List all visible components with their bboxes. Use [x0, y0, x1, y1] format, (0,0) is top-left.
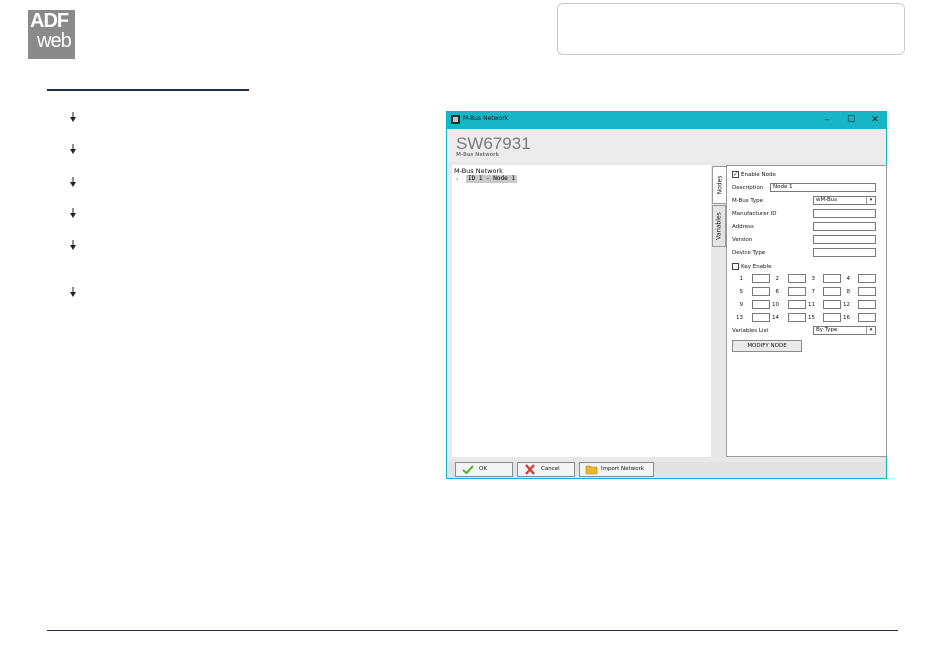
check-icon [462, 465, 474, 475]
mbus-type-value: wM-Bus [816, 197, 838, 203]
mbus-network-window: M-Bus Network – ☐ ✕ SW67931 M-Bus Networ… [446, 111, 887, 479]
bullet-arrow-icon [70, 144, 76, 154]
key-number: 1 [739, 276, 744, 282]
window-title: M-Bus Network [463, 115, 509, 122]
minimize-button[interactable]: – [820, 114, 834, 126]
tab-variables[interactable]: Variables [712, 205, 726, 247]
version-field[interactable] [813, 235, 876, 244]
key-number: 9 [739, 302, 744, 308]
key-byte-field[interactable] [858, 287, 876, 296]
mbus-type-select[interactable]: wM-Bus ▾ [813, 196, 876, 205]
adfweb-logo: ADF web [28, 10, 75, 59]
tree-node-item[interactable]: ID 1 - Node 1 [466, 175, 517, 183]
tree-root[interactable]: M-Bus Network [454, 167, 503, 175]
modify-node-button[interactable]: MODIFY NODE [732, 340, 802, 352]
enable-node-label: Enable Node [741, 172, 776, 178]
key-byte-field[interactable] [858, 313, 876, 322]
app-icon [451, 115, 460, 124]
key-enable-label: Key Enable [741, 264, 772, 270]
tree-expander-icon[interactable]: › [456, 176, 458, 183]
key-number: 7 [811, 289, 816, 295]
tab-variables-label: Variables [715, 212, 723, 240]
folder-icon [585, 465, 598, 475]
key-number: 12 [843, 302, 850, 308]
key-byte-field[interactable] [788, 300, 806, 309]
variables-list-label: Variables List [732, 328, 769, 334]
variables-list-select[interactable]: By Type ▾ [813, 326, 876, 335]
mbus-type-label: M-Bus Type [732, 198, 764, 204]
device-type-label: Device Type [732, 250, 766, 256]
bullet-arrow-icon [70, 240, 76, 250]
product-code: SW67931 [456, 134, 531, 153]
bullet-arrow-icon [70, 112, 76, 122]
bullet-arrow-icon [70, 287, 76, 297]
key-byte-field[interactable] [858, 300, 876, 309]
node-settings-panel: ✓ Enable Node Description Node 1 M-Bus T… [726, 165, 887, 457]
key-byte-field[interactable] [752, 274, 770, 283]
chevron-down-icon: ▾ [866, 327, 875, 334]
key-byte-field[interactable] [823, 300, 841, 309]
key-byte-field[interactable] [823, 287, 841, 296]
tab-nodes-label: Nodes [716, 175, 723, 195]
ok-button-label: OK [479, 466, 487, 472]
key-byte-field[interactable] [858, 274, 876, 283]
key-number: 2 [775, 276, 780, 282]
key-number: 11 [808, 302, 815, 308]
dialog-header: SW67931 M-Bus Network [447, 129, 886, 162]
import-network-button-label: Import Network [601, 466, 644, 472]
key-number: 8 [846, 289, 851, 295]
key-number: 3 [811, 276, 816, 282]
key-number: 10 [772, 302, 779, 308]
bullet-arrow-icon [70, 177, 76, 187]
logo-text-line2: web [37, 30, 72, 52]
description-label: Description [732, 185, 764, 191]
index-rule [47, 89, 249, 91]
key-number: 15 [808, 315, 815, 321]
address-field[interactable] [813, 222, 876, 231]
enable-node-checkbox[interactable]: ✓ [732, 171, 739, 178]
maximize-button[interactable]: ☐ [844, 114, 858, 126]
chevron-down-icon: ▾ [866, 197, 875, 204]
key-byte-field[interactable] [752, 313, 770, 322]
header-subtitle: M-Bus Network [456, 152, 499, 158]
key-number: 16 [843, 315, 850, 321]
version-label: Version [732, 237, 753, 243]
key-number: 4 [846, 276, 851, 282]
key-enable-checkbox[interactable] [732, 263, 739, 270]
tab-nodes[interactable]: Nodes [712, 166, 726, 204]
key-byte-field[interactable] [788, 274, 806, 283]
manufacturer-id-label: Manufacturer ID [732, 211, 777, 217]
key-number: 6 [775, 289, 780, 295]
dialog-body: M-Bus Network › ID 1 - Node 1 Nodes Vari… [447, 162, 887, 462]
footer-rule [47, 630, 898, 631]
key-number: 14 [772, 315, 779, 321]
bullet-arrow-icon [70, 208, 76, 218]
close-button[interactable]: ✕ [868, 114, 882, 126]
key-byte-field[interactable] [752, 287, 770, 296]
device-type-field[interactable] [813, 248, 876, 257]
import-network-button[interactable]: Import Network [579, 462, 654, 477]
cancel-button[interactable]: Cancel [517, 462, 575, 477]
cross-icon [525, 464, 535, 475]
manufacturer-id-field[interactable] [813, 209, 876, 218]
key-byte-field[interactable] [788, 313, 806, 322]
dialog-button-bar: OK Cancel Import Network [447, 462, 886, 478]
network-tree[interactable]: M-Bus Network › ID 1 - Node 1 [452, 165, 711, 457]
key-byte-field[interactable] [788, 287, 806, 296]
variables-list-value: By Type [816, 327, 838, 333]
title-bar[interactable]: M-Bus Network – ☐ ✕ [447, 112, 886, 129]
ok-button[interactable]: OK [455, 462, 513, 477]
header-info-box [557, 3, 905, 55]
address-label: Address [732, 224, 754, 230]
description-field[interactable]: Node 1 [770, 183, 876, 192]
key-number: 5 [739, 289, 744, 295]
cancel-button-label: Cancel [541, 466, 560, 472]
key-byte-field[interactable] [752, 300, 770, 309]
key-number: 13 [736, 315, 743, 321]
key-byte-field[interactable] [823, 274, 841, 283]
key-byte-field[interactable] [823, 313, 841, 322]
